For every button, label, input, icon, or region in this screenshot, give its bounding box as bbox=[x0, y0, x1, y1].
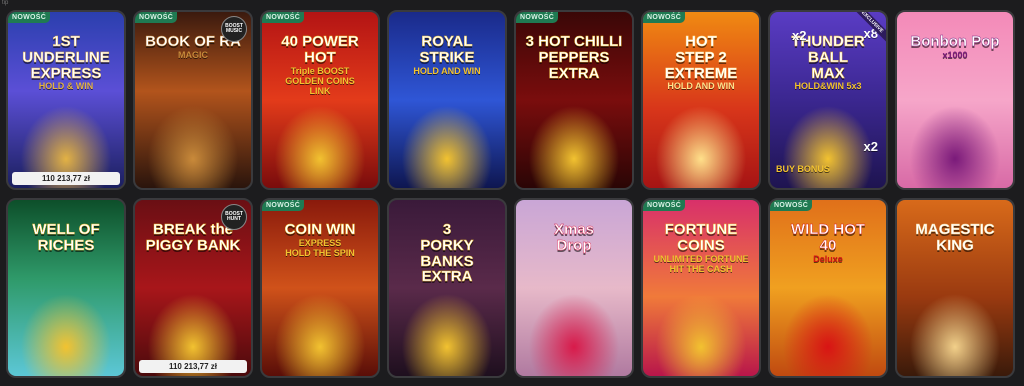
game-tile[interactable]: NOWOŚĆ BOOK OF RA MAGIC BOOST MUSIC bbox=[133, 10, 253, 190]
game-tile[interactable]: WELL OF RICHES bbox=[6, 198, 126, 378]
game-title: Xmas Drop bbox=[553, 221, 595, 254]
boost-music-badge: BOOST MUSIC bbox=[221, 16, 247, 42]
new-badge: NOWOŚĆ bbox=[262, 12, 305, 23]
game-artwork bbox=[389, 279, 505, 376]
new-badge: NOWOŚĆ bbox=[135, 12, 178, 23]
game-tile[interactable]: 3 PORKY BANKS EXTRA bbox=[387, 198, 507, 378]
multiplier-label: x2 bbox=[863, 139, 878, 154]
game-tile[interactable]: Xmas Drop bbox=[514, 198, 634, 378]
game-title: 3 HOT CHILLI PEPPERS EXTRA bbox=[525, 33, 623, 82]
game-subtitle: MAGIC bbox=[178, 49, 208, 60]
game-tile[interactable]: Bonbon Pop x1000 bbox=[895, 10, 1015, 190]
new-badge: NOWOŚĆ bbox=[8, 12, 51, 23]
game-title: FORTUNE COINS bbox=[664, 221, 738, 254]
game-artwork bbox=[8, 279, 124, 376]
game-title: ROYAL STRIKE bbox=[419, 33, 475, 66]
multiplier-label: x2 bbox=[792, 28, 807, 43]
game-subtitle: Triple BOOST GOLDEN COINS LINK bbox=[285, 65, 355, 96]
game-title: 3 PORKY BANKS EXTRA bbox=[420, 221, 474, 286]
game-tile[interactable]: BREAK the PIGGY BANK 110 213,77 zł BOOST H… bbox=[133, 198, 253, 378]
game-title: MAGESTIC KING bbox=[915, 221, 995, 254]
game-artwork bbox=[262, 279, 378, 376]
game-artwork bbox=[516, 279, 632, 376]
game-title: 40 POWER HOT bbox=[281, 33, 359, 66]
game-title: COIN WIN bbox=[284, 221, 356, 238]
game-subtitle: HOLD AND WIN bbox=[667, 81, 735, 92]
game-artwork bbox=[897, 279, 1013, 376]
game-subtitle: HOLD AND WIN bbox=[413, 65, 481, 76]
game-title: HOT STEP 2 EXTREME bbox=[664, 33, 738, 82]
game-tile[interactable]: NOWOŚĆ 1ST UNDERLINE EXPRESS HOLD & WIN 110… bbox=[6, 10, 126, 190]
game-tile[interactable]: ROYAL STRIKE HOLD AND WIN bbox=[387, 10, 507, 190]
new-badge: NOWOŚĆ bbox=[516, 12, 559, 23]
game-tile[interactable]: NOWOŚĆ 3 HOT CHILLI PEPPERS EXTRA bbox=[514, 10, 634, 190]
buy-bonus-label: BUY BONUS bbox=[776, 164, 830, 174]
jackpot-amount: 110 213,77 zł bbox=[12, 172, 120, 185]
game-artwork bbox=[643, 279, 759, 376]
game-tile[interactable]: THUNDER BALL MAX HOLD&WIN 5x3 EXCLUSIVE x2 x… bbox=[768, 10, 888, 190]
game-subtitle: EXPRESS HOLD THE SPIN bbox=[285, 237, 355, 258]
game-artwork bbox=[516, 91, 632, 188]
game-artwork bbox=[135, 91, 251, 188]
game-title: WILD HOT 40 bbox=[790, 221, 866, 254]
game-subtitle: Deluxe bbox=[813, 253, 843, 264]
game-tile[interactable]: NOWOŚĆ WILD HOT 40 Deluxe bbox=[768, 198, 888, 378]
game-tile[interactable]: NOWOŚĆ FORTUNE COINS UNLIMITED FORTUNE HIT… bbox=[641, 198, 761, 378]
jackpot-amount: 110 213,77 zł bbox=[139, 360, 247, 373]
boost-hunt-badge: BOOST HUNT bbox=[221, 204, 247, 230]
game-artwork bbox=[643, 91, 759, 188]
game-artwork bbox=[262, 91, 378, 188]
new-badge: NOWOŚĆ bbox=[643, 12, 686, 23]
game-subtitle: HOLD & WIN bbox=[38, 81, 94, 92]
game-artwork bbox=[770, 279, 886, 376]
new-badge: NOWOŚĆ bbox=[770, 200, 813, 211]
game-artwork bbox=[389, 91, 505, 188]
game-tile[interactable]: NOWOŚĆ HOT STEP 2 EXTREME HOLD AND WIN bbox=[641, 10, 761, 190]
game-grid: NOWOŚĆ 1ST UNDERLINE EXPRESS HOLD & WIN 110… bbox=[6, 10, 1015, 378]
top-edge-mark: tip bbox=[2, 0, 9, 6]
new-badge: NOWOŚĆ bbox=[262, 200, 305, 211]
game-artwork bbox=[897, 91, 1013, 188]
game-title: Bonbon Pop bbox=[910, 33, 1000, 50]
game-tile[interactable]: MAGESTIC KING bbox=[895, 198, 1015, 378]
new-badge: NOWOŚĆ bbox=[643, 200, 686, 211]
game-subtitle: UNLIMITED FORTUNE HIT THE CASH bbox=[653, 253, 749, 274]
game-subtitle: HOLD&WIN 5x3 bbox=[794, 81, 862, 92]
game-subtitle: x1000 bbox=[942, 49, 968, 60]
game-title: 1ST UNDERLINE EXPRESS bbox=[22, 33, 110, 82]
game-tile[interactable]: NOWOŚĆ 40 POWER HOT Triple BOOST GOLDEN CO… bbox=[260, 10, 380, 190]
game-tile[interactable]: NOWOŚĆ COIN WIN EXPRESS HOLD THE SPIN bbox=[260, 198, 380, 378]
game-title: WELL OF RICHES bbox=[32, 221, 100, 254]
